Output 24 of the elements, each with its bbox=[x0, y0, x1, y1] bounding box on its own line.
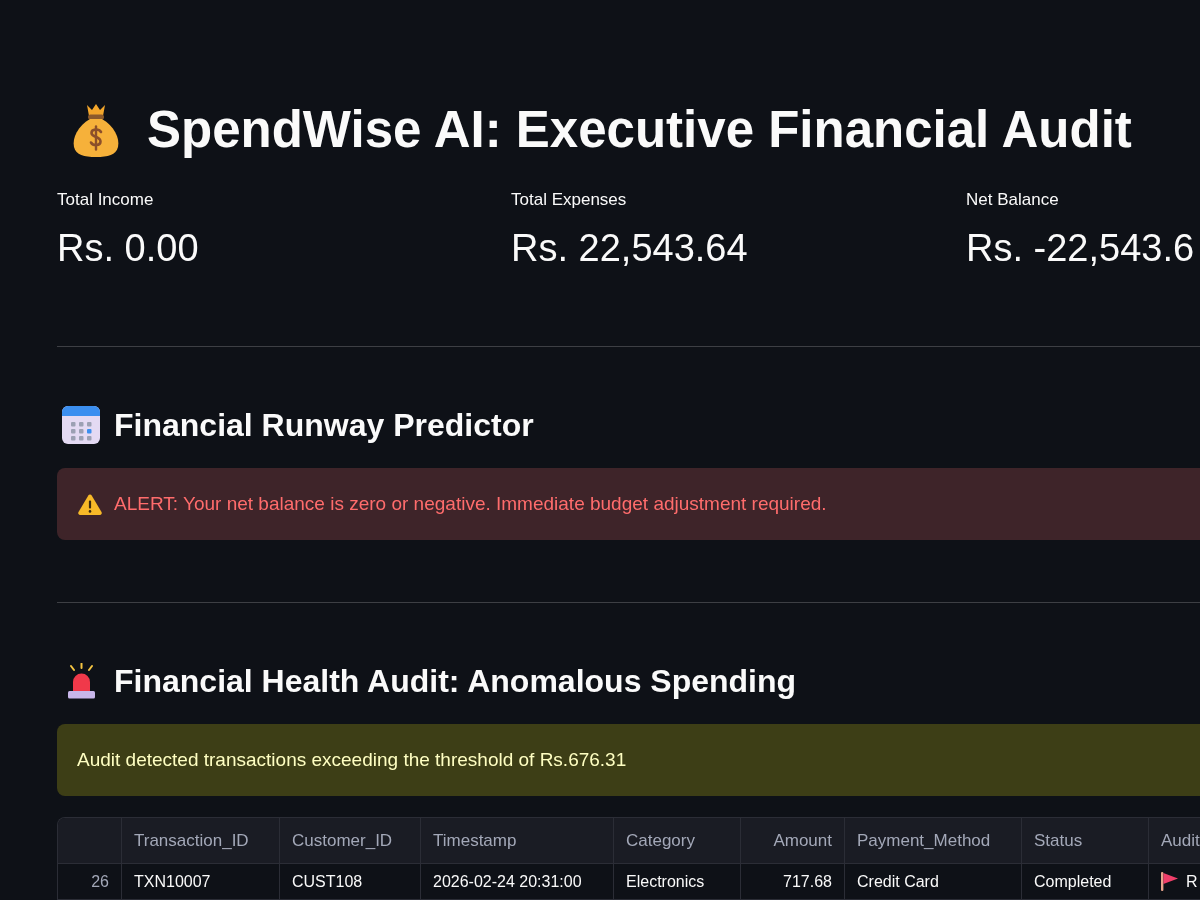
metric-label: Net Balance bbox=[966, 190, 1060, 210]
metric-value: Rs. -22,543.6 bbox=[966, 226, 1196, 271]
alert-message: Audit detected transactions exceeding the threshold of Rs.676.31 bbox=[77, 748, 627, 772]
column-header[interactable]: Transaction_ID bbox=[122, 818, 280, 864]
section-heading: Financial Runway Predictor bbox=[114, 406, 534, 445]
siren-icon bbox=[66, 663, 97, 699]
column-header[interactable]: Timestamp bbox=[421, 818, 614, 864]
metric-label: Total Income bbox=[57, 190, 155, 210]
alert-message: ALERT: Your net balance is zero or negative. Immediate budget adjustment required. bbox=[114, 492, 827, 516]
column-header[interactable]: Payment_Method bbox=[845, 818, 1022, 864]
column-header[interactable]: Status bbox=[1022, 818, 1149, 864]
column-header[interactable]: Amount bbox=[741, 818, 845, 864]
column-header[interactable]: Audit bbox=[1149, 818, 1200, 864]
cell-text: R bbox=[1186, 872, 1198, 891]
warning-icon bbox=[78, 493, 102, 515]
column-header[interactable]: Category bbox=[614, 818, 741, 864]
calendar-icon bbox=[62, 406, 100, 444]
metric-value: Rs. 22,543.64 bbox=[511, 226, 749, 271]
page-title: SpendWise AI: Executive Financial Audit bbox=[147, 100, 1132, 160]
metric-label: Total Expenses bbox=[511, 190, 628, 210]
column-header[interactable]: Customer_ID bbox=[280, 818, 421, 864]
metric-value: Rs. 0.00 bbox=[57, 226, 200, 271]
section-heading: Financial Health Audit: Anomalous Spending bbox=[114, 662, 797, 701]
flag-icon bbox=[1161, 872, 1178, 891]
